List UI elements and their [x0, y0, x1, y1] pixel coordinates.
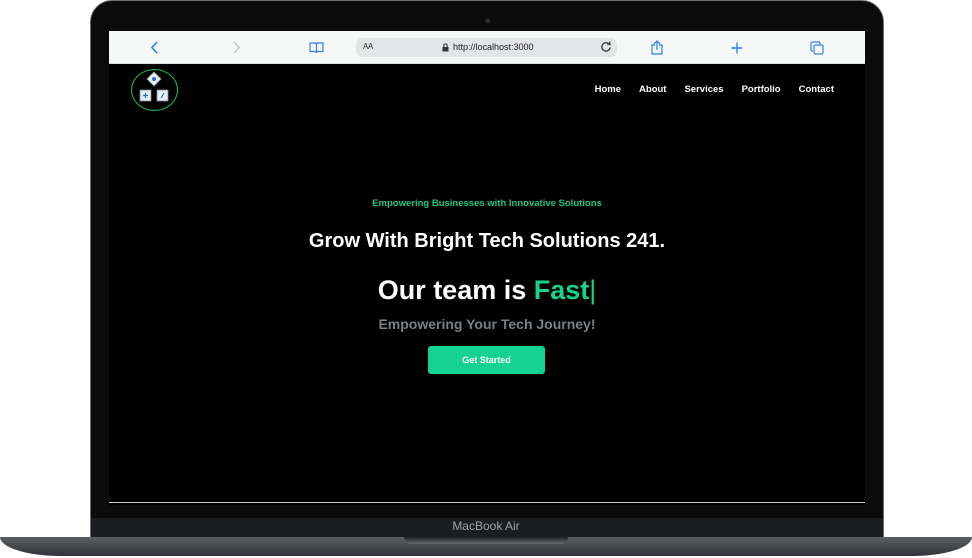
share-icon[interactable]	[650, 31, 664, 64]
tabs-icon[interactable]	[809, 31, 825, 64]
hero-typing-line: Our team is Fast|	[109, 275, 865, 306]
camera-dot	[485, 18, 490, 23]
url-text[interactable]: http://localhost:3000	[453, 42, 534, 52]
nav-about[interactable]: About	[639, 84, 666, 95]
nav-services[interactable]: Services	[684, 84, 723, 95]
text-size-button[interactable]: AA	[363, 42, 373, 51]
site-nav: Home About Services Portfolio Contact	[577, 84, 834, 95]
chevron-left-icon[interactable]	[147, 31, 161, 64]
nav-home[interactable]: Home	[595, 84, 621, 95]
laptop-notch	[404, 537, 568, 544]
typing-word: Fast	[533, 275, 590, 305]
laptop-screen: AA http://localhost:3000 Home About Serv…	[109, 31, 865, 505]
nav-portfolio[interactable]: Portfolio	[742, 84, 781, 95]
hero-tagline: Empowering Your Tech Journey!	[378, 316, 596, 332]
nav-contact[interactable]: Contact	[799, 84, 834, 95]
typing-cursor: |	[589, 275, 597, 305]
address-bar[interactable]: AA http://localhost:3000	[356, 38, 617, 57]
browser-toolbar: AA http://localhost:3000	[109, 31, 865, 64]
hero-headline: Grow With Bright Tech Solutions 241.	[308, 230, 666, 252]
plus-icon[interactable]	[730, 31, 744, 64]
hero-eyebrow: Empowering Businesses with Innovative So…	[372, 198, 602, 209]
get-started-button[interactable]: Get Started	[428, 346, 545, 374]
device-label: MacBook Air	[452, 519, 520, 533]
lock-icon	[442, 43, 449, 54]
chevron-right-icon[interactable]	[229, 31, 243, 64]
company-logo-icon[interactable]	[131, 69, 178, 111]
section-divider	[109, 502, 865, 503]
book-icon[interactable]	[308, 31, 324, 64]
reload-icon[interactable]	[600, 40, 612, 55]
typing-prefix: Our team is	[377, 275, 527, 305]
laptop-mockup: AA http://localhost:3000 Home About Serv…	[0, 0, 972, 558]
